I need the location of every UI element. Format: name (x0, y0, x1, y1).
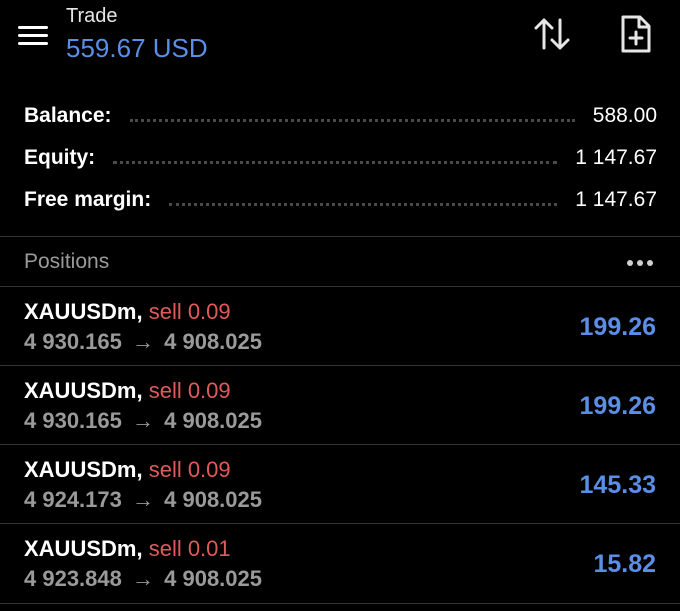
page-title: Trade (66, 5, 118, 27)
position-prices: 4 923.848 → 4 908.025 (24, 566, 262, 592)
sort-arrows-icon (534, 18, 570, 50)
arrow-right-icon: → (132, 566, 154, 591)
position-symbol: XAUUSDm, (24, 457, 143, 482)
balance-label: Balance: (24, 104, 112, 127)
position-title: XAUUSDm, sell 0.09 (24, 378, 231, 404)
dotted-leader (129, 118, 575, 122)
equity-row: Equity: 1 147.67 (24, 140, 657, 176)
position-title: XAUUSDm, sell 0.01 (24, 536, 231, 562)
position-side: sell 0.09 (148, 457, 231, 482)
position-prices: 4 924.173 → 4 908.025 (24, 487, 262, 513)
position-symbol: XAUUSDm, (24, 299, 143, 324)
position-row[interactable]: XAUUSDm, sell 0.01 4 923.848 → 4 908.025… (0, 524, 680, 603)
sort-button[interactable] (530, 12, 574, 56)
current-price: 4 908.025 (164, 487, 262, 512)
position-profit: 199.26 (579, 313, 656, 341)
current-price: 4 908.025 (164, 408, 262, 433)
open-price: 4 930.165 (24, 408, 122, 433)
position-prices: 4 930.165 → 4 908.025 (24, 408, 262, 434)
position-profit: 199.26 (579, 392, 656, 420)
positions-title: Positions (24, 250, 110, 273)
header-title-block: Trade 559.67 USD (66, 4, 208, 64)
arrow-right-icon: → (132, 408, 154, 433)
current-price: 4 908.025 (164, 566, 262, 591)
position-prices: 4 930.165 → 4 908.025 (24, 329, 262, 355)
position-side: sell 0.01 (148, 536, 231, 561)
equity-label: Equity: (24, 146, 96, 169)
new-order-button[interactable] (614, 12, 658, 56)
position-row[interactable]: XAUUSDm, sell 0.09 4 930.165 → 4 908.025… (0, 287, 680, 366)
more-options-button[interactable] (620, 252, 660, 274)
trade-screen: Trade 559.67 USD Balance: 588.00 Equity: (0, 0, 680, 611)
account-summary-value: 559.67 USD (66, 33, 208, 63)
position-profit: 145.33 (579, 471, 656, 499)
position-side: sell 0.09 (148, 378, 231, 403)
current-price: 4 908.025 (164, 329, 262, 354)
open-price: 4 923.848 (24, 566, 122, 591)
position-profit: 15.82 (593, 550, 656, 578)
new-document-plus-icon (621, 15, 651, 53)
position-side: sell 0.09 (148, 299, 231, 324)
equity-value: 1 147.67 (575, 146, 657, 169)
more-dots-icon (627, 260, 653, 266)
open-price: 4 924.173 (24, 487, 122, 512)
position-symbol: XAUUSDm, (24, 536, 143, 561)
divider (0, 236, 680, 237)
dotted-leader (113, 160, 558, 164)
free-margin-row: Free margin: 1 147.67 (24, 182, 657, 218)
menu-button[interactable] (14, 18, 52, 52)
free-margin-label: Free margin: (24, 188, 152, 211)
position-title: XAUUSDm, sell 0.09 (24, 299, 231, 325)
balance-value: 588.00 (592, 104, 657, 127)
position-row[interactable]: XAUUSDm, sell 0.09 4 930.165 → 4 908.025… (0, 366, 680, 445)
arrow-right-icon: → (132, 329, 154, 354)
divider (0, 603, 680, 604)
dotted-leader (169, 202, 558, 206)
positions-header: Positions (0, 238, 680, 286)
balance-row: Balance: 588.00 (24, 98, 657, 134)
free-margin-value: 1 147.67 (575, 188, 657, 211)
position-symbol: XAUUSDm, (24, 378, 143, 403)
hamburger-menu-icon (18, 26, 48, 45)
position-title: XAUUSDm, sell 0.09 (24, 457, 231, 483)
arrow-right-icon: → (132, 487, 154, 512)
app-header: Trade 559.67 USD (0, 0, 680, 90)
position-row[interactable]: XAUUSDm, sell 0.09 4 924.173 → 4 908.025… (0, 445, 680, 524)
open-price: 4 930.165 (24, 329, 122, 354)
